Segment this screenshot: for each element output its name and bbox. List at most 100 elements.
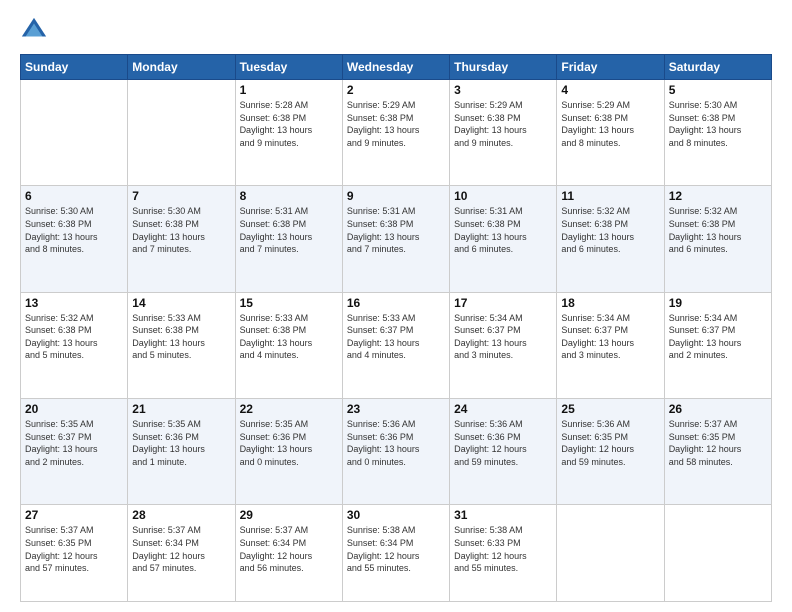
weekday-header: Saturday <box>664 55 771 80</box>
calendar-week-row: 1Sunrise: 5:28 AM Sunset: 6:38 PM Daylig… <box>21 80 772 186</box>
calendar-cell <box>21 80 128 186</box>
calendar-cell: 8 Sunrise: 5:31 AM Sunset: 6:38 PM Daylig… <box>235 186 342 292</box>
day-info: Sunrise: 5:34 AM Sunset: 6:37 PM Dayligh… <box>669 312 767 362</box>
day-number: 6 <box>25 189 123 203</box>
day-info: Sunrise: 5:37 AM Sunset: 6:34 PM Dayligh… <box>240 524 338 574</box>
calendar-cell <box>128 80 235 186</box>
day-number: 8 <box>240 189 338 203</box>
weekday-header: Tuesday <box>235 55 342 80</box>
day-info: Sunrise: 5:33 AM Sunset: 6:37 PM Dayligh… <box>347 312 445 362</box>
day-info: Sunrise: 5:36 AM Sunset: 6:36 PM Dayligh… <box>347 418 445 468</box>
day-number: 13 <box>25 296 123 310</box>
day-number: 18 <box>561 296 659 310</box>
day-number: 25 <box>561 402 659 416</box>
day-info: Sunrise: 5:37 AM Sunset: 6:35 PM Dayligh… <box>669 418 767 468</box>
calendar-cell: 7 Sunrise: 5:30 AM Sunset: 6:38 PM Daylig… <box>128 186 235 292</box>
weekday-header: Thursday <box>450 55 557 80</box>
day-number: 24 <box>454 402 552 416</box>
day-info: Sunrise: 5:35 AM Sunset: 6:37 PM Dayligh… <box>25 418 123 468</box>
calendar-cell: 19 Sunrise: 5:34 AM Sunset: 6:37 PM Dayli… <box>664 292 771 398</box>
day-info: Sunrise: 5:38 AM Sunset: 6:34 PM Dayligh… <box>347 524 445 574</box>
calendar-cell: 14Sunrise: 5:33 AM Sunset: 6:38 PM Dayli… <box>128 292 235 398</box>
day-number: 5 <box>669 83 767 97</box>
day-number: 22 <box>240 402 338 416</box>
day-info: Sunrise: 5:29 AM Sunset: 6:38 PM Dayligh… <box>347 99 445 149</box>
calendar-cell: 28 Sunrise: 5:37 AM Sunset: 6:34 PM Dayli… <box>128 505 235 602</box>
calendar-cell: 30Sunrise: 5:38 AM Sunset: 6:34 PM Dayli… <box>342 505 449 602</box>
day-number: 26 <box>669 402 767 416</box>
weekday-header: Monday <box>128 55 235 80</box>
calendar-cell: 26 Sunrise: 5:37 AM Sunset: 6:35 PM Dayli… <box>664 398 771 504</box>
day-number: 23 <box>347 402 445 416</box>
day-info: Sunrise: 5:32 AM Sunset: 6:38 PM Dayligh… <box>25 312 123 362</box>
calendar-cell: 17 Sunrise: 5:34 AM Sunset: 6:37 PM Dayli… <box>450 292 557 398</box>
calendar-cell: 3 Sunrise: 5:29 AM Sunset: 6:38 PM Daylig… <box>450 80 557 186</box>
day-info: Sunrise: 5:37 AM Sunset: 6:35 PM Dayligh… <box>25 524 123 574</box>
day-number: 31 <box>454 508 552 522</box>
day-number: 19 <box>669 296 767 310</box>
calendar-cell: 15 Sunrise: 5:33 AM Sunset: 6:38 PM Dayli… <box>235 292 342 398</box>
day-info: Sunrise: 5:35 AM Sunset: 6:36 PM Dayligh… <box>132 418 230 468</box>
calendar-week-row: 27 Sunrise: 5:37 AM Sunset: 6:35 PM Dayli… <box>21 505 772 602</box>
day-info: Sunrise: 5:32 AM Sunset: 6:38 PM Dayligh… <box>561 205 659 255</box>
calendar-cell: 18 Sunrise: 5:34 AM Sunset: 6:37 PM Dayli… <box>557 292 664 398</box>
day-info: Sunrise: 5:31 AM Sunset: 6:38 PM Dayligh… <box>454 205 552 255</box>
logo <box>20 16 52 44</box>
calendar-cell: 25 Sunrise: 5:36 AM Sunset: 6:35 PM Dayli… <box>557 398 664 504</box>
day-number: 1 <box>240 83 338 97</box>
day-info: Sunrise: 5:38 AM Sunset: 6:33 PM Dayligh… <box>454 524 552 574</box>
day-number: 29 <box>240 508 338 522</box>
day-number: 15 <box>240 296 338 310</box>
calendar-week-row: 20 Sunrise: 5:35 AM Sunset: 6:37 PM Dayli… <box>21 398 772 504</box>
day-number: 27 <box>25 508 123 522</box>
day-number: 12 <box>669 189 767 203</box>
day-number: 14 <box>132 296 230 310</box>
calendar-cell: 20 Sunrise: 5:35 AM Sunset: 6:37 PM Dayli… <box>21 398 128 504</box>
day-info: Sunrise: 5:30 AM Sunset: 6:38 PM Dayligh… <box>25 205 123 255</box>
calendar-cell: 9 Sunrise: 5:31 AM Sunset: 6:38 PM Daylig… <box>342 186 449 292</box>
day-info: Sunrise: 5:29 AM Sunset: 6:38 PM Dayligh… <box>454 99 552 149</box>
calendar-cell: 22 Sunrise: 5:35 AM Sunset: 6:36 PM Dayli… <box>235 398 342 504</box>
calendar-cell: 6 Sunrise: 5:30 AM Sunset: 6:38 PM Daylig… <box>21 186 128 292</box>
day-info: Sunrise: 5:33 AM Sunset: 6:38 PM Dayligh… <box>240 312 338 362</box>
calendar-cell: 29 Sunrise: 5:37 AM Sunset: 6:34 PM Dayli… <box>235 505 342 602</box>
day-number: 10 <box>454 189 552 203</box>
day-info: Sunrise: 5:34 AM Sunset: 6:37 PM Dayligh… <box>561 312 659 362</box>
day-number: 2 <box>347 83 445 97</box>
day-number: 16 <box>347 296 445 310</box>
day-number: 3 <box>454 83 552 97</box>
calendar-cell: 1Sunrise: 5:28 AM Sunset: 6:38 PM Daylig… <box>235 80 342 186</box>
day-number: 4 <box>561 83 659 97</box>
calendar-week-row: 6 Sunrise: 5:30 AM Sunset: 6:38 PM Daylig… <box>21 186 772 292</box>
day-info: Sunrise: 5:37 AM Sunset: 6:34 PM Dayligh… <box>132 524 230 574</box>
day-info: Sunrise: 5:34 AM Sunset: 6:37 PM Dayligh… <box>454 312 552 362</box>
day-info: Sunrise: 5:36 AM Sunset: 6:35 PM Dayligh… <box>561 418 659 468</box>
calendar-cell: 16 Sunrise: 5:33 AM Sunset: 6:37 PM Dayli… <box>342 292 449 398</box>
day-number: 20 <box>25 402 123 416</box>
day-number: 11 <box>561 189 659 203</box>
day-info: Sunrise: 5:32 AM Sunset: 6:38 PM Dayligh… <box>669 205 767 255</box>
day-number: 17 <box>454 296 552 310</box>
weekday-header: Wednesday <box>342 55 449 80</box>
day-number: 9 <box>347 189 445 203</box>
day-number: 28 <box>132 508 230 522</box>
logo-icon <box>20 16 48 44</box>
calendar-cell: 23 Sunrise: 5:36 AM Sunset: 6:36 PM Dayli… <box>342 398 449 504</box>
calendar-cell <box>557 505 664 602</box>
calendar-cell: 13 Sunrise: 5:32 AM Sunset: 6:38 PM Dayli… <box>21 292 128 398</box>
calendar-cell: 11 Sunrise: 5:32 AM Sunset: 6:38 PM Dayli… <box>557 186 664 292</box>
day-info: Sunrise: 5:30 AM Sunset: 6:38 PM Dayligh… <box>132 205 230 255</box>
weekday-header-row: SundayMondayTuesdayWednesdayThursdayFrid… <box>21 55 772 80</box>
day-info: Sunrise: 5:31 AM Sunset: 6:38 PM Dayligh… <box>347 205 445 255</box>
calendar-cell: 27 Sunrise: 5:37 AM Sunset: 6:35 PM Dayli… <box>21 505 128 602</box>
calendar-cell: 4Sunrise: 5:29 AM Sunset: 6:38 PM Daylig… <box>557 80 664 186</box>
day-number: 7 <box>132 189 230 203</box>
calendar-cell: 24Sunrise: 5:36 AM Sunset: 6:36 PM Dayli… <box>450 398 557 504</box>
calendar-cell: 21Sunrise: 5:35 AM Sunset: 6:36 PM Dayli… <box>128 398 235 504</box>
day-info: Sunrise: 5:31 AM Sunset: 6:38 PM Dayligh… <box>240 205 338 255</box>
calendar-cell: 12 Sunrise: 5:32 AM Sunset: 6:38 PM Dayli… <box>664 186 771 292</box>
page: SundayMondayTuesdayWednesdayThursdayFrid… <box>0 0 792 612</box>
day-info: Sunrise: 5:35 AM Sunset: 6:36 PM Dayligh… <box>240 418 338 468</box>
calendar-week-row: 13 Sunrise: 5:32 AM Sunset: 6:38 PM Dayli… <box>21 292 772 398</box>
calendar-cell: 10 Sunrise: 5:31 AM Sunset: 6:38 PM Dayli… <box>450 186 557 292</box>
